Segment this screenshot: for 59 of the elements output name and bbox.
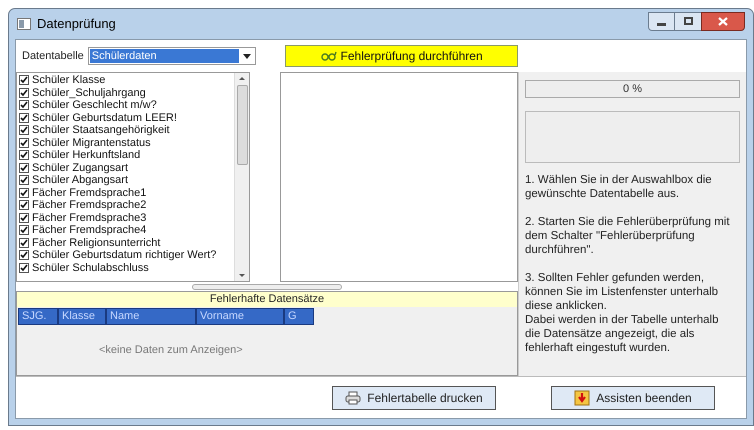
checkbox[interactable] (19, 212, 29, 223)
checkbox[interactable] (19, 138, 29, 148)
check-button[interactable]: Fehlerprüfung durchführen (285, 45, 518, 67)
table-label: Datentabelle (22, 48, 84, 64)
checkbox[interactable] (19, 75, 29, 86)
printer-icon (345, 390, 362, 404)
field-checkbox-item[interactable]: Fächer Fremdsprache2 (19, 199, 234, 212)
minimize-button[interactable] (648, 12, 675, 30)
column-header[interactable]: SJG. (18, 308, 58, 325)
instruction-text: 1. Wählen Sie in der Auswahlbox die gewünschte Datentabelle aus. (525, 173, 713, 201)
field-checkbox-item[interactable]: Schüler Geburtsdatum LEER! (19, 112, 234, 124)
scrollbar[interactable] (234, 73, 250, 281)
splitter-handle[interactable] (192, 284, 342, 290)
field-checkbox-item[interactable]: Schüler_Schuljahrgang (19, 86, 234, 99)
field-checkbox-item[interactable]: Fächer Fremdsprache3 (19, 212, 234, 224)
checkbox[interactable] (19, 200, 29, 210)
checkbox[interactable] (19, 150, 29, 160)
print-button[interactable]: Fehlertabelle drucken (332, 386, 496, 410)
column-header[interactable]: Klasse (58, 308, 106, 325)
field-checkbox-item[interactable]: Fächer Fremdsprache1 (19, 186, 234, 199)
checkbox[interactable] (19, 112, 29, 123)
column-header[interactable]: G (284, 308, 314, 325)
field-checkbox-item[interactable]: Schüler Klasse (19, 74, 234, 86)
checkbox[interactable] (19, 100, 29, 110)
field-checkbox-item[interactable]: Schüler Geschlecht m/w? (19, 99, 234, 112)
checkbox[interactable] (19, 225, 29, 236)
field-checkbox-item[interactable]: Schüler Schulabschluss (19, 262, 234, 274)
table-title: Fehlerhafte Datensätze (17, 292, 517, 307)
window-title: Datenprüfung (37, 15, 116, 34)
column-header[interactable]: Vorname (196, 308, 284, 325)
checkbox[interactable] (19, 175, 29, 186)
exit-button[interactable]: Assisten beenden (551, 386, 715, 410)
field-checkbox-item[interactable]: Fächer Religionsunterricht (19, 236, 234, 249)
field-checkbox-item[interactable]: Fächer Fremdsprache4 (19, 224, 234, 236)
field-checkbox-item[interactable]: Schüler Herkunftsland (19, 149, 234, 162)
close-button[interactable] (701, 12, 745, 30)
checkbox[interactable] (19, 88, 29, 98)
checkbox[interactable] (19, 262, 29, 273)
checkbox[interactable] (19, 238, 29, 248)
field-checkbox-item[interactable]: Schüler Zugangsart (19, 162, 234, 174)
checkbox[interactable] (19, 162, 29, 173)
field-checkbox-item[interactable]: Schüler Geburtsdatum richtiger Wert? (19, 249, 234, 262)
checkbox[interactable] (19, 250, 29, 260)
checkbox[interactable] (19, 188, 29, 198)
glasses-icon (320, 51, 337, 61)
table-dropdown[interactable]: Schülerdaten (88, 47, 256, 65)
progress-reading: 0 % (622, 82, 643, 97)
empty-message: <keine Daten zum Anzeigen> (99, 342, 243, 358)
maximize-button[interactable] (675, 12, 701, 30)
checkbox[interactable] (19, 125, 29, 136)
instruction-text: 3. Sollten Fehler gefunden werden, können Sie im Listenfenster unterhalb diese anklicken. Dabei werden in der Tabelle unterhalb die Datensätze angezeigt, die als fehlerhaft eingestuft wurden. (525, 271, 720, 355)
field-checkbox-item[interactable]: Schüler Staatsangehörigkeit (19, 124, 234, 136)
field-checkbox-item[interactable]: Schüler Migrantenstatus (19, 136, 234, 149)
instruction-text: 2. Starten Sie die Fehlerüberprüfung mit dem Schalter "Fehlerüberprüfung durchführen". (525, 215, 731, 257)
field-checkbox-item[interactable]: Schüler Abgangsart (19, 174, 234, 186)
exit-icon (574, 390, 590, 406)
close-icon (718, 16, 728, 26)
window-icon (17, 18, 31, 30)
column-header[interactable]: Name (106, 308, 196, 325)
